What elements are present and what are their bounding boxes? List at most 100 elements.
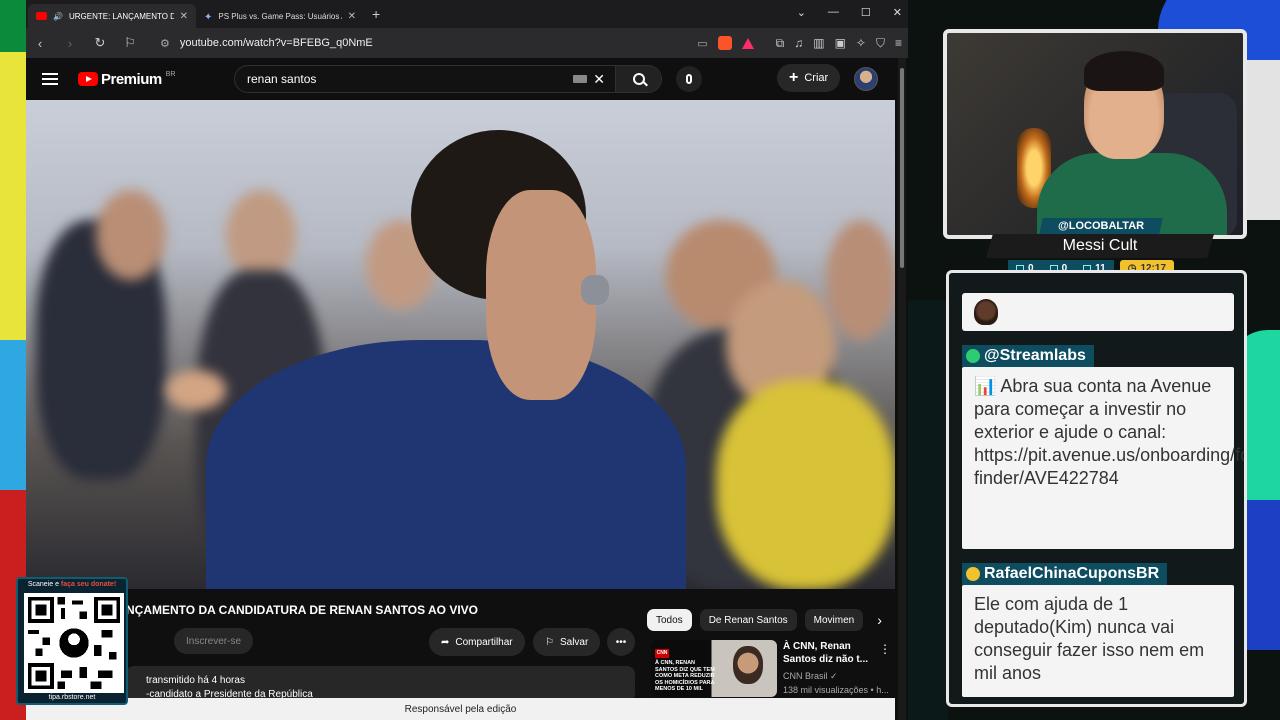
- chat-panel: @Streamlabs 📊 Abra sua conta na Avenue p…: [946, 270, 1247, 707]
- maximize-icon[interactable]: ☐: [861, 6, 871, 19]
- leo-ai-icon[interactable]: ✧: [856, 36, 866, 50]
- chevron-right-icon[interactable]: ›: [877, 612, 882, 628]
- vpn-icon[interactable]: ⛉: [876, 36, 885, 51]
- extensions-icon[interactable]: ⧉: [776, 36, 785, 51]
- new-tab-icon[interactable]: +: [372, 6, 380, 22]
- gemini-favicon-icon: ✦: [204, 12, 213, 23]
- webcam-feed: [943, 29, 1247, 239]
- create-button[interactable]: + Criar: [777, 64, 841, 92]
- voice-search-button[interactable]: [676, 66, 702, 92]
- video-title: NÇAMENTO DA CANDIDATURA DE RENAN SANTOS …: [126, 603, 479, 617]
- more-icon: •••: [615, 636, 627, 648]
- window-controls: ⌄ — ☐ ✕: [797, 6, 902, 19]
- close-tab-icon[interactable]: ✕: [348, 11, 356, 22]
- chip-from-channel[interactable]: De Renan Santos: [699, 609, 797, 631]
- share-icon: ➦: [441, 636, 450, 648]
- thumbnail-text: À CNN, RENAN SANTOS DIZ QUE TEM COMO MET…: [655, 660, 715, 692]
- search-icon: [632, 73, 645, 85]
- tab-gemini[interactable]: ✦ PS Plus vs. Game Pass: Usuários Ativos…: [196, 4, 364, 28]
- qr-donate-panel: Scaneie e faça seu donate! tipa.rbstore.…: [16, 577, 128, 705]
- close-window-icon[interactable]: ✕: [893, 6, 902, 19]
- youtube-play-icon: [78, 72, 98, 86]
- extensions-toolbar: ⧉ ♫ ▥ ▣ ✧ ⛉ ≡: [776, 36, 902, 51]
- clear-search-icon[interactable]: ✕: [593, 71, 605, 88]
- hamburger-menu-icon[interactable]: [42, 73, 58, 85]
- plus-icon: +: [789, 69, 799, 86]
- forward-icon[interactable]: ›: [62, 36, 78, 51]
- minimize-icon[interactable]: —: [828, 6, 839, 19]
- search-bar: renan santos ✕: [234, 65, 662, 93]
- badge-icon: [966, 567, 980, 581]
- site-info-icon[interactable]: ⚙: [160, 37, 170, 50]
- menu-icon[interactable]: ≡: [895, 36, 902, 50]
- tab-title: PS Plus vs. Game Pass: Usuários Ativos -…: [218, 11, 341, 21]
- tab-list-icon[interactable]: ⌄: [797, 6, 806, 19]
- related-title[interactable]: À CNN, Renan Santos diz não t...: [783, 640, 877, 666]
- bottom-caption-bar: Responsável pela edição: [26, 698, 895, 720]
- region-label: BR: [165, 70, 176, 78]
- verified-icon: ✓: [830, 671, 838, 681]
- chip-all[interactable]: Todos: [647, 609, 692, 631]
- chat-message-emote: [962, 293, 1234, 331]
- youtube-header: Premium BR renan santos ✕ + Criar: [26, 58, 908, 100]
- create-label: Criar: [804, 72, 829, 84]
- url-text: youtube.com/watch?v=BFEBG_q0NmE: [179, 37, 373, 49]
- chat-message: 📊 Abra sua conta na Avenue para começar …: [962, 367, 1244, 549]
- qr-footer: tipa.rbstore.net: [48, 694, 96, 701]
- close-tab-icon[interactable]: ✕: [180, 11, 188, 22]
- keyboard-icon[interactable]: [573, 75, 588, 83]
- page-scrollbar[interactable]: [898, 58, 906, 720]
- chat-username: @Streamlabs: [962, 345, 1094, 367]
- search-input[interactable]: renan santos: [235, 72, 573, 86]
- brave-rewards-icon[interactable]: [741, 37, 754, 49]
- qr-header: Scaneie e faça seu donate!: [27, 581, 117, 588]
- qr-code: [24, 593, 124, 693]
- more-actions-button[interactable]: •••: [607, 628, 635, 656]
- related-channel: CNN Brasil ✓: [783, 671, 838, 681]
- navigation-bar: ‹ › ↻ ⚐ ⚙ youtube.com/watch?v=BFEBG_q0Nm…: [26, 28, 908, 58]
- back-icon[interactable]: ‹: [32, 36, 48, 51]
- channel-name: Messi Cult: [986, 234, 1214, 258]
- share-label: Compartilhar: [455, 636, 513, 648]
- cast-icon[interactable]: ▭: [697, 37, 707, 50]
- media-icon[interactable]: ♫: [794, 36, 803, 50]
- bookmark-save-icon: ⚐: [545, 636, 554, 648]
- browser-window: 🔊 URGENTE: LANÇAMENTO DA CAND ✕ ✦ PS Plu…: [26, 0, 908, 720]
- reload-icon[interactable]: ↻: [92, 35, 108, 51]
- related-views: 138 mil visualizações • h...: [783, 685, 889, 695]
- recommendation-chips: Todos De Renan Santos Movimen ›: [647, 609, 882, 631]
- sidebar-icon[interactable]: ▥: [813, 36, 824, 50]
- save-button[interactable]: ⚐ Salvar: [533, 628, 601, 656]
- chip-related[interactable]: Movimen: [804, 609, 864, 631]
- speaker-icon: 🔊: [53, 11, 63, 21]
- microphone-icon: [686, 74, 692, 84]
- streamer-handle: @LOCOBALTAR: [1039, 218, 1163, 234]
- search-button[interactable]: [615, 66, 661, 92]
- thumbnail-person: [733, 646, 763, 684]
- chat-username: RafaelChinaCuponsBR: [962, 563, 1168, 585]
- emote-icon: [974, 299, 998, 325]
- bookmark-icon[interactable]: ⚐: [122, 35, 138, 51]
- streamlabs-icon: [966, 349, 980, 363]
- video-description[interactable]: transmitido há 4 horas -candidato a Pres…: [126, 666, 635, 702]
- chat-message: Ele com ajuda de 1 deputado(Kim) nunca v…: [962, 585, 1234, 697]
- youtube-premium-logo[interactable]: Premium BR: [78, 71, 175, 88]
- youtube-favicon-icon: [36, 12, 47, 20]
- related-video[interactable]: CNN À CNN, RENAN SANTOS DIZ QUE TEM COMO…: [647, 640, 897, 698]
- description-line: transmitido há 4 horas: [146, 675, 245, 686]
- address-bar[interactable]: ⚙ youtube.com/watch?v=BFEBG_q0NmE ▭: [152, 32, 762, 54]
- tab-title: URGENTE: LANÇAMENTO DA CAND: [68, 11, 174, 21]
- cnn-badge: CNN: [655, 649, 669, 658]
- brave-shields-icon[interactable]: [717, 36, 732, 50]
- subscribe-button[interactable]: Inscrever-se: [174, 628, 254, 654]
- video-player[interactable]: [26, 100, 895, 589]
- wallet-icon[interactable]: ▣: [835, 36, 846, 50]
- logo-text: Premium: [101, 70, 162, 88]
- related-menu-icon[interactable]: ⋮: [879, 642, 891, 656]
- related-thumbnail[interactable]: CNN À CNN, RENAN SANTOS DIZ QUE TEM COMO…: [651, 640, 777, 697]
- tab-youtube[interactable]: 🔊 URGENTE: LANÇAMENTO DA CAND ✕: [28, 4, 196, 28]
- save-label: Salvar: [559, 636, 589, 648]
- tab-bar: 🔊 URGENTE: LANÇAMENTO DA CAND ✕ ✦ PS Plu…: [26, 0, 908, 28]
- share-button[interactable]: ➦ Compartilhar: [429, 628, 525, 656]
- account-avatar[interactable]: [854, 67, 878, 91]
